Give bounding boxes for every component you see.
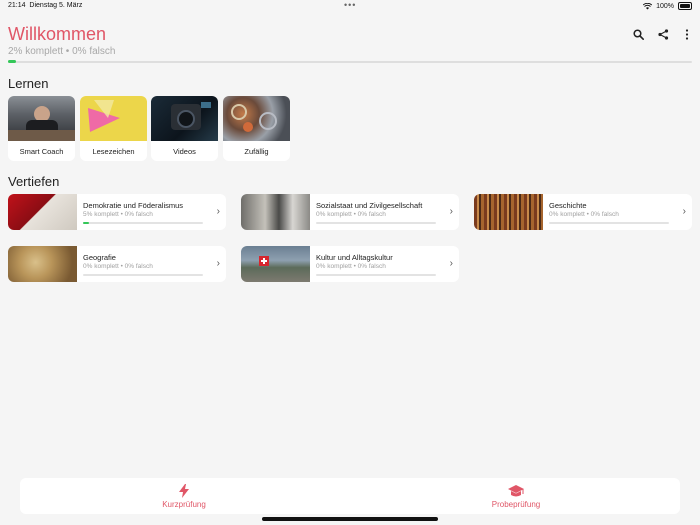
swiss-flag-icon bbox=[259, 256, 269, 266]
topic-card-geografie[interactable]: Geografie 0% komplett • 0% falsch › bbox=[8, 246, 226, 282]
page-title: Willkommen bbox=[8, 24, 107, 44]
tile-label: Smart Coach bbox=[19, 147, 64, 156]
chevron-right-icon: › bbox=[682, 206, 686, 217]
more-vertical-icon[interactable] bbox=[680, 27, 694, 41]
random-image bbox=[223, 96, 290, 141]
topic-progress-track bbox=[316, 222, 436, 224]
bookmark-image bbox=[80, 96, 147, 141]
multitasking-dots[interactable]: ••• bbox=[344, 0, 356, 10]
wifi-icon bbox=[643, 2, 653, 9]
topic-stats: 0% komplett • 0% falsch bbox=[83, 263, 153, 270]
mock-exam-label: Probeprüfung bbox=[491, 499, 541, 509]
topic-progress-track bbox=[83, 274, 203, 276]
overall-stats: 2% komplett • 0% falsch bbox=[8, 46, 116, 57]
topic-title: Kultur und Alltagskultur bbox=[316, 253, 393, 262]
status-time: 21:14 Dienstag 5. März bbox=[8, 2, 82, 9]
tile-bookmarks[interactable]: Lesezeichen bbox=[80, 96, 147, 161]
status-right: 100% bbox=[643, 2, 692, 10]
deepen-section-title: Vertiefen bbox=[8, 174, 60, 189]
topic-stats: 5% komplett • 0% falsch bbox=[83, 211, 153, 218]
topic-title: Geografie bbox=[83, 253, 116, 262]
tile-label: Lesezeichen bbox=[92, 147, 135, 156]
topic-thumbnail bbox=[241, 194, 310, 230]
home-indicator[interactable] bbox=[262, 517, 438, 521]
chevron-right-icon: › bbox=[216, 258, 220, 269]
topic-thumbnail bbox=[241, 246, 310, 282]
videos-image bbox=[151, 96, 218, 141]
lightning-icon bbox=[179, 483, 189, 498]
topic-card-geschichte[interactable]: Geschichte 0% komplett • 0% falsch › bbox=[474, 194, 692, 230]
topic-stats: 0% komplett • 0% falsch bbox=[316, 263, 386, 270]
overall-progress-fill bbox=[8, 60, 17, 63]
quick-test-label: Kurzprüfung bbox=[162, 499, 206, 509]
topic-title: Demokratie und Föderalismus bbox=[83, 201, 184, 210]
chevron-right-icon: › bbox=[216, 206, 220, 217]
chevron-right-icon: › bbox=[449, 206, 453, 217]
topic-stats: 0% komplett • 0% falsch bbox=[316, 211, 386, 218]
topic-thumbnail bbox=[8, 194, 77, 230]
topic-progress-track bbox=[83, 222, 203, 224]
smart-coach-image bbox=[8, 96, 75, 141]
topic-card-sozialstaat[interactable]: Sozialstaat und Zivilgesellschaft 0% kom… bbox=[241, 194, 459, 230]
status-date: Dienstag 5. März bbox=[29, 2, 83, 9]
quick-test-button[interactable]: Kurzprüfung bbox=[150, 478, 218, 514]
chevron-right-icon: › bbox=[449, 258, 453, 269]
topic-progress-fill bbox=[83, 222, 89, 224]
learn-section-title: Lernen bbox=[8, 76, 49, 91]
tile-videos[interactable]: Videos bbox=[151, 96, 218, 161]
graduation-cap-icon bbox=[508, 484, 524, 496]
overall-progress-track bbox=[8, 61, 692, 63]
share-icon[interactable] bbox=[656, 27, 670, 41]
topic-card-kultur[interactable]: Kultur und Alltagskultur 0% komplett • 0… bbox=[241, 246, 459, 282]
topic-thumbnail bbox=[8, 246, 77, 282]
topic-card-demokratie[interactable]: Demokratie und Föderalismus 5% komplett … bbox=[8, 194, 226, 230]
topic-thumbnail bbox=[474, 194, 543, 230]
bottom-action-bar bbox=[20, 478, 680, 514]
mock-exam-button[interactable]: Probeprüfung bbox=[482, 478, 550, 514]
battery-icon bbox=[678, 2, 692, 10]
battery-percent: 100% bbox=[656, 2, 674, 10]
tile-smart-coach[interactable]: Smart Coach bbox=[8, 96, 75, 161]
search-icon[interactable] bbox=[631, 27, 645, 41]
topic-title: Sozialstaat und Zivilgesellschaft bbox=[316, 201, 423, 210]
topic-progress-track bbox=[316, 274, 436, 276]
topic-progress-track bbox=[549, 222, 669, 224]
tile-random[interactable]: Zufällig bbox=[223, 96, 290, 161]
topic-title: Geschichte bbox=[549, 201, 587, 210]
tile-label: Zufällig bbox=[244, 147, 269, 156]
tile-label: Videos bbox=[173, 147, 196, 156]
status-clock: 21:14 bbox=[8, 2, 26, 9]
topic-stats: 0% komplett • 0% falsch bbox=[549, 211, 619, 218]
